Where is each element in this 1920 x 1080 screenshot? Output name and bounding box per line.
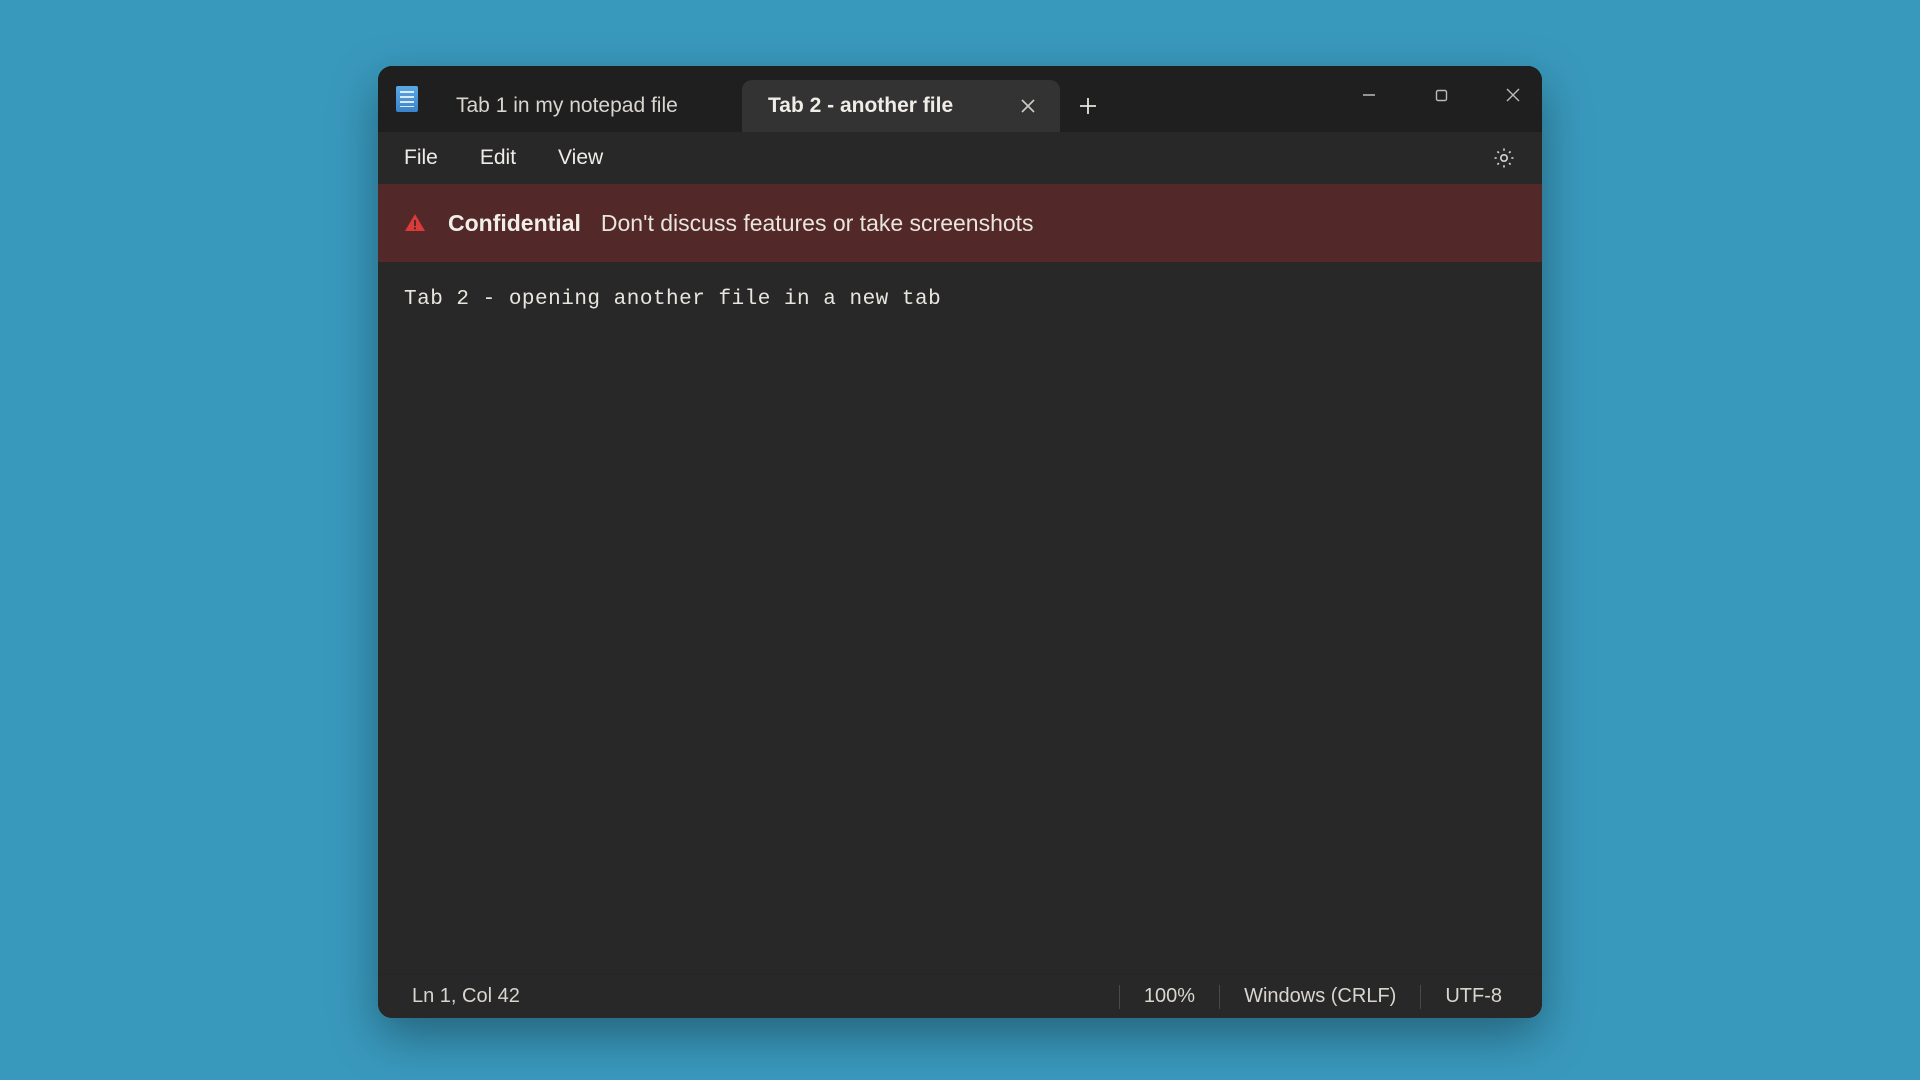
maximize-button[interactable] (1424, 80, 1458, 110)
minimize-button[interactable] (1352, 80, 1386, 110)
gear-icon (1492, 146, 1516, 170)
settings-button[interactable] (1486, 140, 1522, 176)
status-encoding[interactable]: UTF-8 (1421, 984, 1542, 1010)
notepad-window: Tab 1 in my notepad file Tab 2 - another… (378, 66, 1542, 1018)
notepad-icon (396, 86, 418, 112)
tab-2-label: Tab 2 - another file (768, 94, 994, 118)
window-controls (1352, 66, 1542, 132)
app-icon (384, 66, 430, 132)
confidential-banner: Confidential Don't discuss features or t… (378, 184, 1542, 262)
menu-bar: File Edit View (378, 132, 1542, 184)
warning-icon (402, 210, 428, 236)
text-editor[interactable]: Tab 2 - opening another file in a new ta… (378, 262, 1542, 974)
menu-edit[interactable]: Edit (468, 138, 528, 178)
banner-title: Confidential (448, 210, 581, 237)
tab-1[interactable]: Tab 1 in my notepad file (430, 80, 742, 132)
banner-message: Don't discuss features or take screensho… (601, 210, 1034, 237)
close-window-button[interactable] (1496, 80, 1530, 110)
title-bar: Tab 1 in my notepad file Tab 2 - another… (378, 66, 1542, 132)
tab-1-label: Tab 1 in my notepad file (456, 94, 678, 118)
close-tab-button[interactable] (1018, 96, 1038, 116)
status-bar: Ln 1, Col 42 100% Windows (CRLF) UTF-8 (378, 974, 1542, 1018)
status-cursor-position: Ln 1, Col 42 (412, 984, 544, 1010)
menu-view[interactable]: View (546, 138, 615, 178)
tab-strip: Tab 1 in my notepad file Tab 2 - another… (430, 66, 1352, 132)
new-tab-button[interactable] (1060, 80, 1116, 132)
tab-2[interactable]: Tab 2 - another file (742, 80, 1060, 132)
menu-file[interactable]: File (392, 138, 450, 178)
status-line-ending[interactable]: Windows (CRLF) (1220, 984, 1420, 1010)
status-zoom[interactable]: 100% (1120, 984, 1219, 1010)
